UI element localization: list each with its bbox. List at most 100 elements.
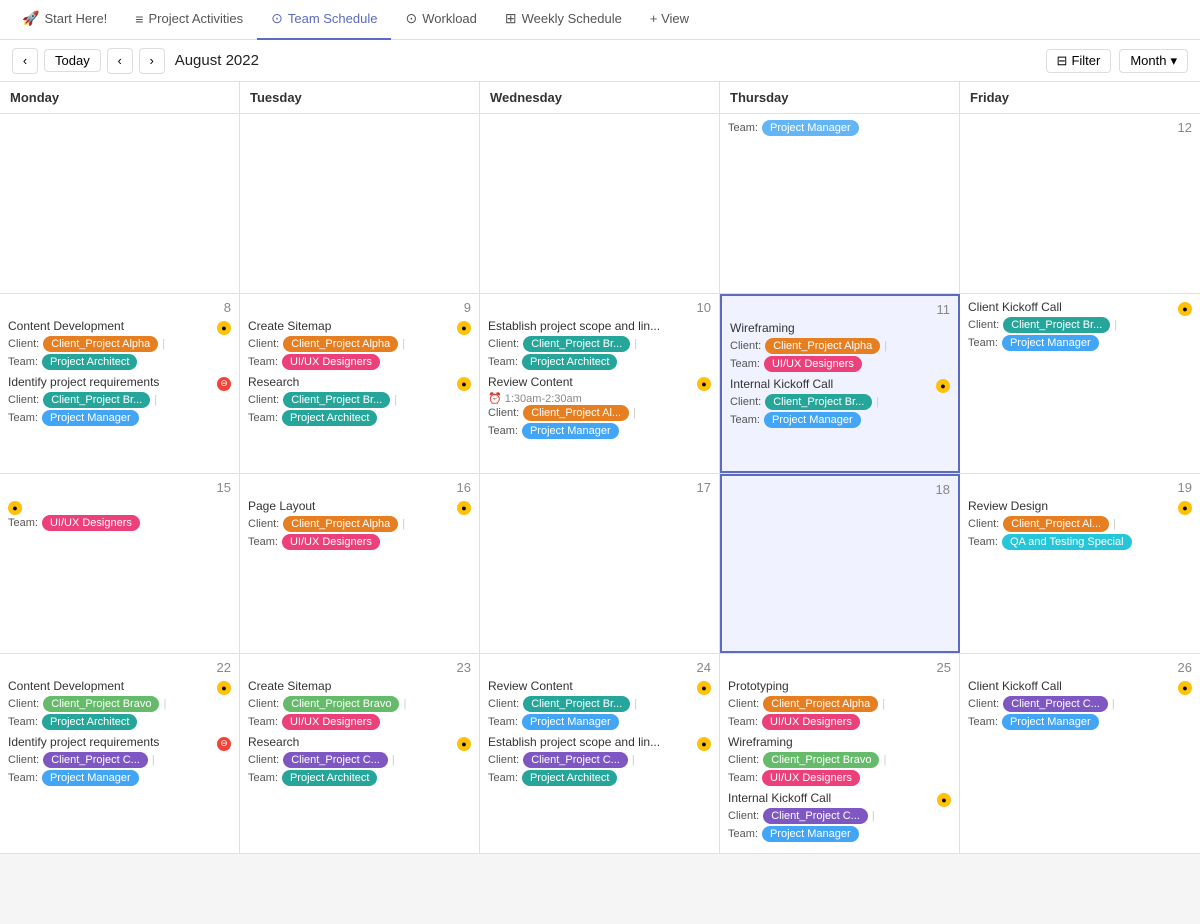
day-cell-w2-d2: 17 (480, 474, 720, 653)
event-block[interactable]: ●Team:UI/UX Designers (8, 499, 231, 531)
event-title: Establish project scope and lin... (488, 319, 660, 333)
day-cell-w3-d1: 23Create SitemapClient:Client_Project Br… (240, 654, 480, 853)
day-number-w3-d4: 26 (968, 660, 1192, 679)
team-tag: Project Architect (522, 770, 617, 786)
calendar-header: Monday Tuesday Wednesday Thursday Friday (0, 82, 1200, 114)
status-yellow-dot: ● (457, 321, 471, 335)
event-block[interactable]: WireframingClient:Client_Project Bravo|T… (728, 735, 951, 786)
day-cell-w2-d4: 19Review Design●Client:Client_Project Al… (960, 474, 1200, 653)
status-yellow-dot: ● (217, 321, 231, 335)
event-block[interactable]: Review Design●Client:Client_Project Al..… (968, 499, 1192, 550)
top-navigation: 🚀 Start Here! ≡ Project Activities ⊙ Tea… (0, 0, 1200, 40)
team-tag: QA and Testing Special (1002, 534, 1132, 550)
event-block[interactable]: Client Kickoff Call●Client:Client_Projec… (968, 300, 1192, 351)
tab-team-schedule[interactable]: ⊙ Team Schedule (257, 0, 391, 40)
client-tag: Client_Project Alpha (763, 696, 878, 712)
tab-workload[interactable]: ⊙ Workload (391, 0, 490, 40)
tab-view[interactable]: + View (636, 0, 703, 40)
month-button[interactable]: Month ▾ (1119, 49, 1188, 73)
header-wednesday: Wednesday (480, 82, 720, 113)
team-tag: Project Manager (1002, 714, 1099, 730)
day-cell-w0-d2 (480, 114, 720, 293)
event-title: Client Kickoff Call (968, 679, 1062, 693)
team-tag: Project Manager (522, 423, 619, 439)
day-cell-w1-d3: 11WireframingClient:Client_Project Alpha… (720, 294, 960, 473)
day-number-w1-d1: 9 (248, 300, 471, 319)
today-button[interactable]: Today (44, 49, 101, 72)
event-block[interactable]: Review Content●Client:Client_Project Br.… (488, 679, 711, 730)
event-block[interactable]: Review Content●⏰ 1:30am-2:30amClient:Cli… (488, 375, 711, 439)
toolbar-right: ⊟ Filter Month ▾ (1046, 49, 1188, 73)
tab-project-activities[interactable]: ≡ Project Activities (121, 0, 257, 40)
day-cell-w1-d1: 9Create Sitemap●Client:Client_Project Al… (240, 294, 480, 473)
client-tag: Client_Project C... (283, 752, 388, 768)
status-yellow-dot: ● (936, 379, 950, 393)
status-yellow-dot: ● (457, 501, 471, 515)
day-cell-w0-d3: Team:Project Manager (720, 114, 960, 293)
list-icon: ≡ (135, 11, 143, 27)
event-title: Review Content (488, 375, 573, 389)
event-block[interactable]: Research●Client:Client_Project Br...|Tea… (248, 375, 471, 426)
team-tag: Project Architect (282, 410, 377, 426)
day-number-w1-d2: 10 (488, 300, 711, 319)
team-tag: UI/UX Designers (282, 534, 380, 550)
day-number-w2-d1: 16 (248, 480, 471, 499)
event-title: Wireframing (728, 735, 793, 749)
day-cell-w1-d4: Client Kickoff Call●Client:Client_Projec… (960, 294, 1200, 473)
tab-start-here[interactable]: 🚀 Start Here! (8, 0, 121, 40)
event-block[interactable]: Research●Client:Client_Project C...|Team… (248, 735, 471, 786)
event-block[interactable]: Content Development●Client:Client_Projec… (8, 319, 231, 370)
event-title: Wireframing (730, 321, 795, 335)
event-block[interactable]: WireframingClient:Client_Project Alpha|T… (730, 321, 950, 372)
client-tag: Client_Project Br... (523, 336, 630, 352)
week-row-0: Team:Project Manager12 (0, 114, 1200, 294)
client-tag: Client_Project Bravo (283, 696, 399, 712)
day-cell-w0-d0 (0, 114, 240, 293)
team-tag: Project Architect (282, 770, 377, 786)
day-number-w1-d0: 8 (8, 300, 231, 319)
event-block[interactable]: Create Sitemap●Client:Client_Project Alp… (248, 319, 471, 370)
status-red-dot: ⊖ (217, 377, 231, 391)
back-button[interactable]: ‹ (107, 48, 133, 74)
day-cell-w3-d0: 22Content Development●Client:Client_Proj… (0, 654, 240, 853)
event-block[interactable]: Establish project scope and lin... Client… (488, 319, 711, 370)
event-block[interactable]: PrototypingClient:Client_Project Alpha|T… (728, 679, 951, 730)
event-block[interactable]: Internal Kickoff Call●Client:Client_Proj… (730, 377, 950, 428)
event-block[interactable]: Page Layout●Client:Client_Project Alpha|… (248, 499, 471, 550)
event-title: Content Development (8, 679, 124, 693)
event-title: Internal Kickoff Call (730, 377, 833, 391)
event-title: Client Kickoff Call (968, 300, 1062, 314)
day-number-w1-d3: 11 (730, 302, 950, 321)
event-block[interactable]: Establish project scope and lin...●Clien… (488, 735, 711, 786)
event-title: Internal Kickoff Call (728, 791, 831, 805)
event-title: Page Layout (248, 499, 315, 513)
event-time: ⏰ 1:30am-2:30am (488, 392, 711, 405)
event-title: Review Content (488, 679, 573, 693)
day-cell-w2-d1: 16Page Layout●Client:Client_Project Alph… (240, 474, 480, 653)
day-cell-w1-d2: 10Establish project scope and lin... Clie… (480, 294, 720, 473)
status-yellow-dot: ● (937, 793, 951, 807)
event-title: Identify project requirements (8, 735, 159, 749)
event-block[interactable]: Identify project requirements⊖Client:Cli… (8, 375, 231, 426)
team-tag: Project Manager (762, 826, 859, 842)
event-block[interactable]: Content Development●Client:Client_Projec… (8, 679, 231, 730)
week-row-2: 15●Team:UI/UX Designers16Page Layout●Cli… (0, 474, 1200, 654)
event-block: Team:Project Manager (728, 120, 951, 136)
event-title: Create Sitemap (248, 319, 331, 333)
event-block[interactable]: Create SitemapClient:Client_Project Brav… (248, 679, 471, 730)
tab-weekly-schedule[interactable]: ⊞ Weekly Schedule (491, 0, 636, 40)
event-block[interactable]: Internal Kickoff Call●Client:Client_Proj… (728, 791, 951, 842)
event-block[interactable]: Identify project requirements⊖Client:Cli… (8, 735, 231, 786)
day-number-w2-d4: 19 (968, 480, 1192, 499)
team-tag: UI/UX Designers (282, 354, 380, 370)
team-tag: Project Manager (764, 412, 861, 428)
filter-button[interactable]: ⊟ Filter (1046, 49, 1112, 73)
forward-button[interactable]: › (139, 48, 165, 74)
client-tag: Client_Project Alpha (43, 336, 158, 352)
team-tag: Project Manager (1002, 335, 1099, 351)
prev-period-button[interactable]: ‹ (12, 48, 38, 74)
client-tag: Client_Project C... (763, 808, 868, 824)
status-yellow-dot: ● (1178, 302, 1192, 316)
team-tag: Project Architect (42, 714, 137, 730)
event-block[interactable]: Client Kickoff Call●Client:Client_Projec… (968, 679, 1192, 730)
